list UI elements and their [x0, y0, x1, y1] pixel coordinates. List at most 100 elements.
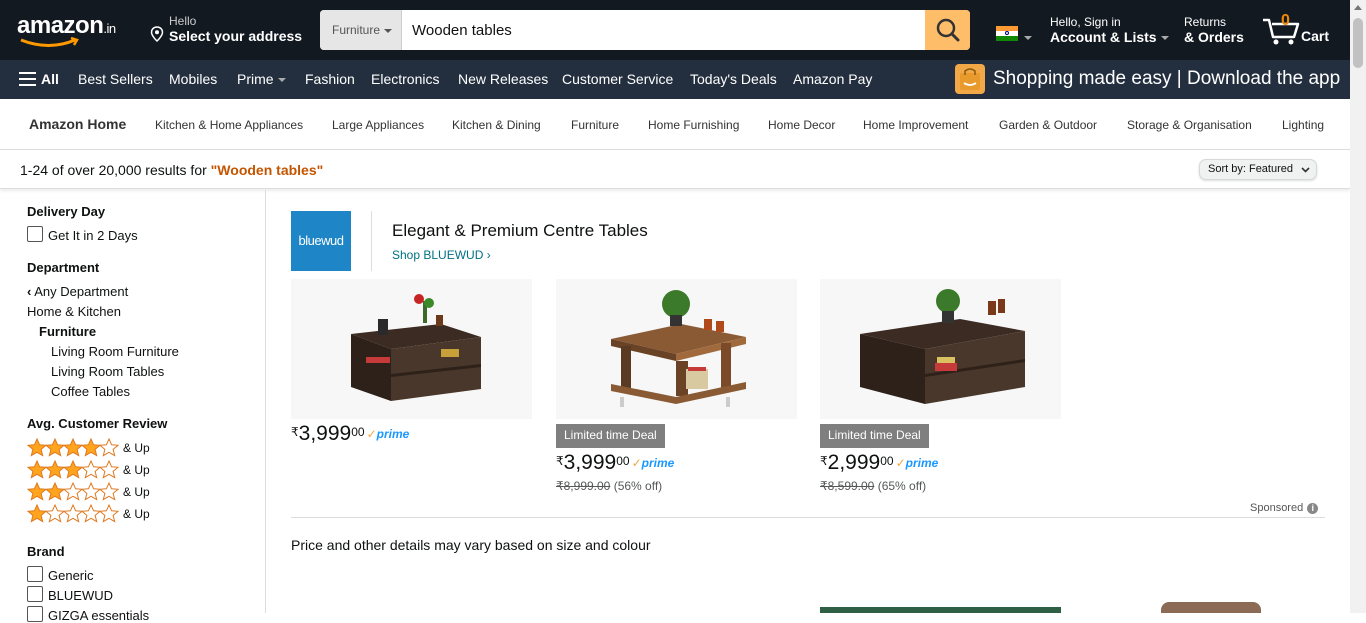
bluewud-logo[interactable]: bluewud [291, 211, 351, 271]
account-menu[interactable]: Hello, Sign in Account & Lists [1050, 15, 1169, 45]
india-flag-icon[interactable] [996, 26, 1018, 41]
prime-check-icon: ✓ [631, 456, 642, 471]
category-home-decor[interactable]: Home Decor [768, 118, 835, 132]
product-image[interactable] [291, 279, 532, 419]
category-furniture[interactable]: Furniture [571, 118, 619, 132]
price-whole: 3,999 [298, 422, 352, 445]
brand-generic-checkbox[interactable] [27, 566, 43, 582]
scrollbar-thumb[interactable] [1353, 18, 1363, 68]
product-image[interactable] [820, 279, 1061, 419]
account-lists: Account & Lists [1050, 29, 1169, 45]
nav-todays-deals[interactable]: Today's Deals [690, 71, 777, 87]
prime-badge: ✓prime [896, 456, 939, 470]
currency-symbol: ₹ [820, 454, 828, 468]
price-variation-note: Price and other details may vary based o… [291, 537, 651, 553]
category-home-furnishing[interactable]: Home Furnishing [648, 118, 739, 132]
product-image[interactable] [820, 607, 1061, 613]
app-download-text: Shopping made easy | Download the app [993, 68, 1341, 89]
review-filter-4-stars[interactable]: & Up [27, 438, 150, 458]
deal-badge: Limited time Deal [820, 424, 929, 448]
department-furniture[interactable]: Furniture [39, 324, 96, 339]
divider [371, 211, 372, 271]
nav-fashion[interactable]: Fashion [305, 71, 355, 87]
sort-dropdown[interactable]: Sort by: Featured [1199, 159, 1317, 180]
star-rating-icon [27, 482, 119, 501]
price-fraction: 00 [616, 454, 630, 468]
results-bar: 1-24 of over 20,000 results for "Wooden … [0, 150, 1350, 189]
category-garden-outdoor[interactable]: Garden & Outdoor [999, 118, 1097, 132]
product-card[interactable]: ₹3,99900 ✓prime [291, 279, 532, 446]
nav-best-sellers[interactable]: Best Sellers [78, 71, 153, 87]
sort-label: Sort by: [1208, 163, 1246, 175]
get-it-2-days-checkbox[interactable] [27, 226, 43, 242]
nav-mobiles[interactable]: Mobiles [169, 71, 217, 87]
sponsored-headline[interactable]: Elegant & Premium Centre Tables [392, 221, 648, 241]
nav-new-releases[interactable]: New Releases [458, 71, 548, 87]
search-input[interactable] [402, 10, 925, 50]
shop-brand-label: Shop BLUEWUD [392, 248, 484, 262]
results-term: "Wooden tables" [210, 162, 324, 178]
product-image[interactable] [556, 279, 797, 419]
scroll-up-icon[interactable] [1354, 5, 1362, 10]
star-rating-icon [27, 438, 119, 457]
product-card[interactable]: Limited time Deal ₹2,99900 ✓prime ₹8,599.… [820, 279, 1061, 493]
returns-orders[interactable]: Returns & Orders [1184, 15, 1244, 45]
discount-percent: (65% off) [877, 479, 927, 493]
nav-electronics[interactable]: Electronics [371, 71, 439, 87]
nav-prime-label: Prime [237, 71, 274, 87]
category-home-improvement[interactable]: Home Improvement [863, 118, 968, 132]
star-rating-icon [27, 460, 119, 479]
brand-gizga-checkbox[interactable] [27, 606, 43, 622]
prime-badge: ✓prime [367, 427, 410, 441]
brand-bluewud-checkbox[interactable] [27, 586, 43, 602]
department-heading: Department [27, 260, 100, 275]
category-large-appliances[interactable]: Large Appliances [332, 118, 424, 132]
delivery-day-heading: Delivery Day [27, 204, 106, 219]
nav-prime[interactable]: Prime [237, 71, 286, 87]
review-up-label: & Up [123, 462, 150, 477]
price-whole: 3,999 [563, 451, 617, 474]
shop-brand-link[interactable]: Shop BLUEWUD › [392, 248, 491, 262]
review-up-label: & Up [123, 440, 150, 455]
prime-check-icon: ✓ [366, 427, 377, 442]
department-home-kitchen[interactable]: Home & Kitchen [27, 304, 121, 319]
page-scrollbar[interactable] [1350, 0, 1366, 613]
amazon-logo[interactable]: amazon.in [17, 12, 116, 40]
search-category-dropdown[interactable]: Furniture [320, 10, 402, 50]
department-living-room-furniture[interactable]: Living Room Furniture [51, 344, 179, 359]
any-department-link[interactable]: ‹ Any Department [27, 284, 128, 299]
brand-generic-label[interactable]: Generic [48, 568, 94, 583]
product-price: ₹2,99900 ✓prime [820, 451, 1061, 475]
was-price: ₹8,599.00 [820, 479, 875, 493]
brand-bluewud-label[interactable]: BLUEWUD [48, 588, 113, 603]
get-it-2-days-label[interactable]: Get It in 2 Days [48, 228, 138, 243]
nav-amazon-pay[interactable]: Amazon Pay [793, 71, 872, 87]
results-main: bluewud Elegant & Premium Centre Tables … [291, 190, 1326, 613]
category-kitchen-dining[interactable]: Kitchen & Dining [452, 118, 541, 132]
product-card[interactable]: Limited time Deal ₹3,99900 ✓prime ₹8,999.… [556, 279, 797, 493]
cart-button[interactable]: 0 Cart [1262, 12, 1342, 50]
chevron-left-icon: ‹ [27, 284, 32, 299]
chevron-down-icon [277, 78, 286, 83]
department-living-room-tables[interactable]: Living Room Tables [51, 364, 164, 379]
category-storage-organisation[interactable]: Storage & Organisation [1127, 118, 1252, 132]
centre-table-icon [611, 290, 746, 407]
category-lighting[interactable]: Lighting [1282, 118, 1324, 132]
product-image[interactable] [1161, 602, 1261, 613]
nav-customer-service[interactable]: Customer Service [562, 71, 673, 87]
review-filter-1-star[interactable]: & Up [27, 504, 150, 524]
currency-symbol: ₹ [291, 425, 299, 439]
address-prompt: Select your address [169, 28, 303, 44]
brand-gizga-label[interactable]: GIZGA essentials [48, 608, 149, 623]
sponsored-label[interactable]: Sponsored i [1250, 502, 1319, 514]
star-rating-icon [27, 504, 119, 523]
review-filter-3-stars[interactable]: & Up [27, 460, 150, 480]
search-button[interactable] [925, 10, 970, 50]
amazon-home-link[interactable]: Amazon Home [29, 116, 126, 132]
deal-badge: Limited time Deal [556, 424, 665, 448]
department-coffee-tables[interactable]: Coffee Tables [51, 384, 130, 399]
address-greeting: Hello [169, 14, 197, 28]
review-filter-2-stars[interactable]: & Up [27, 482, 150, 502]
category-kitchen-home-appliances[interactable]: Kitchen & Home Appliances [155, 118, 303, 132]
centre-table-icon [860, 289, 1025, 404]
